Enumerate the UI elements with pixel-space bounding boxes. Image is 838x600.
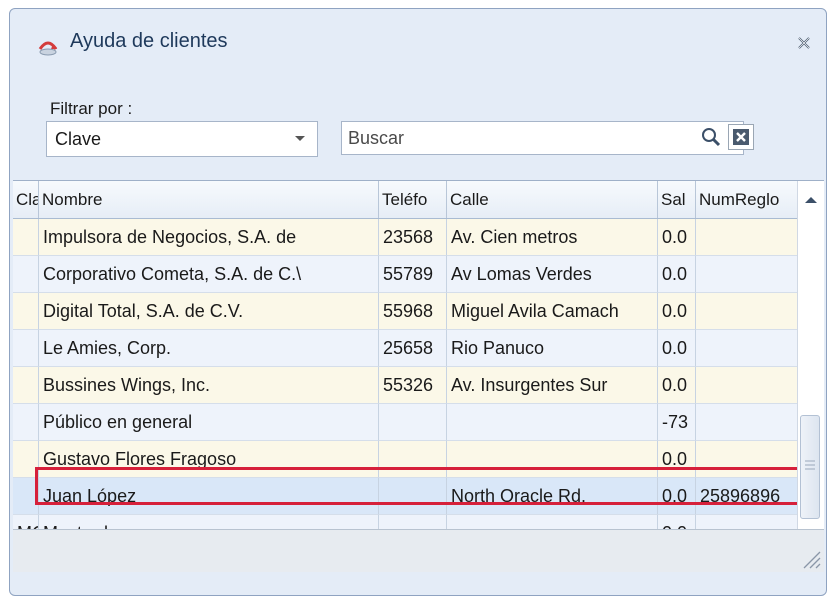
cell-clave (13, 219, 39, 256)
chevron-down-icon (295, 136, 305, 141)
cell-nombre: Público en general (39, 404, 379, 441)
cell-telefono: 25658 (379, 330, 447, 367)
cell-saldo: 0.0 (658, 441, 696, 478)
cell-saldo: 0.0 (658, 478, 696, 515)
scroll-thumb[interactable] (800, 415, 820, 519)
cell-nombre: Impulsora de Negocios, S.A. de (39, 219, 379, 256)
cell-telefono (379, 441, 447, 478)
column-header-saldo[interactable]: Sal (658, 181, 696, 218)
cell-calle (447, 441, 658, 478)
status-bar (13, 529, 824, 572)
cell-numreg (696, 441, 798, 478)
cell-nombre: Gustavo Flores Fragoso (39, 441, 379, 478)
cell-numreg (696, 293, 798, 330)
filter-selected-value: Clave (55, 129, 102, 149)
cell-telefono: 55789 (379, 256, 447, 293)
cell-telefono: 23568 (379, 219, 447, 256)
title-bar: Ayuda de clientes (10, 9, 826, 69)
cell-telefono (379, 478, 447, 515)
column-header-telefono[interactable]: Teléfo (379, 181, 447, 218)
cell-numreg (696, 330, 798, 367)
table-row[interactable]: Corporativo Cometa, S.A. de C.\ 55789 Av… (13, 256, 798, 293)
cell-calle: Rio Panuco (447, 330, 658, 367)
cell-telefono: 55968 (379, 293, 447, 330)
scroll-up-icon (805, 196, 817, 203)
cell-nombre: Corporativo Cometa, S.A. de C.\ (39, 256, 379, 293)
column-header-calle[interactable]: Calle (447, 181, 658, 218)
cell-nombre: Bussines Wings, Inc. (39, 367, 379, 404)
table-row[interactable]: Impulsora de Negocios, S.A. de 23568 Av.… (13, 219, 798, 256)
cell-clave (13, 478, 39, 515)
cell-numreg (696, 404, 798, 441)
cell-saldo: 0.0 (658, 219, 696, 256)
table-row[interactable]: Le Amies, Corp. 25658 Rio Panuco 0.0 (13, 330, 798, 367)
grid-header: Cla Nombre Teléfo Calle Sal NumReglo (13, 181, 798, 219)
cell-numreg (696, 367, 798, 404)
close-icon (798, 37, 810, 49)
search-icon (702, 128, 721, 147)
scroll-up-button[interactable] (798, 181, 824, 218)
search-placeholder: Buscar (348, 128, 405, 148)
cell-calle: North Oracle Rd. (447, 478, 658, 515)
cell-telefono: 55326 (379, 367, 447, 404)
cell-nombre: Digital Total, S.A. de C.V. (39, 293, 379, 330)
filter-label: Filtrar por : (50, 99, 133, 118)
cell-clave (13, 441, 39, 478)
table-row[interactable]: Bussines Wings, Inc. 55326 Av. Insurgent… (13, 367, 798, 404)
table-row-selected[interactable]: Juan López North Oracle Rd. 0.0 25896896 (13, 478, 798, 515)
window-title: Ayuda de clientes (70, 30, 228, 52)
column-header-clave[interactable]: Cla (13, 181, 39, 218)
cell-clave (13, 256, 39, 293)
cell-clave (13, 404, 39, 441)
cell-saldo: 0.0 (658, 293, 696, 330)
search-input[interactable]: Buscar (341, 121, 744, 155)
cell-telefono (379, 404, 447, 441)
cell-calle: Miguel Avila Camach (447, 293, 658, 330)
cell-numreg (696, 256, 798, 293)
cell-numreg: 25896896 (696, 478, 798, 515)
grip-lines-icon (805, 460, 815, 470)
cell-saldo: 0.0 (658, 256, 696, 293)
search-button[interactable] (698, 123, 724, 151)
customers-icon (37, 35, 59, 57)
column-header-numreg[interactable]: NumReglo (696, 181, 798, 218)
cell-saldo: -73 (658, 404, 696, 441)
table-row[interactable]: Público en general -73 (13, 404, 798, 441)
cell-calle: Av Lomas Verdes (447, 256, 658, 293)
resize-grip-icon[interactable] (800, 548, 822, 570)
cell-saldo: 0.0 (658, 367, 696, 404)
column-header-nombre[interactable]: Nombre (39, 181, 379, 218)
cell-calle: Av. Insurgentes Sur (447, 367, 658, 404)
cell-numreg (696, 219, 798, 256)
cell-clave (13, 367, 39, 404)
dropdown-button[interactable] (283, 122, 317, 156)
table-row[interactable]: Digital Total, S.A. de C.V. 55968 Miguel… (13, 293, 798, 330)
cell-nombre: Le Amies, Corp. (39, 330, 379, 367)
clear-search-button[interactable] (728, 124, 754, 150)
cell-calle: Av. Cien metros (447, 219, 658, 256)
customers-grid: Cla Nombre Teléfo Calle Sal NumReglo Imp… (13, 180, 824, 571)
table-row[interactable]: Gustavo Flores Fragoso 0.0 (13, 441, 798, 478)
cell-saldo: 0.0 (658, 330, 696, 367)
cell-nombre: Juan López (39, 478, 379, 515)
customer-help-dialog: Ayuda de clientes Filtrar por : Clave Bu… (9, 8, 827, 596)
clear-icon (733, 129, 749, 145)
filter-select[interactable]: Clave (46, 121, 318, 157)
cell-clave (13, 330, 39, 367)
cell-calle (447, 404, 658, 441)
cell-clave (13, 293, 39, 330)
vertical-scrollbar[interactable] (797, 181, 824, 571)
close-button[interactable] (794, 33, 814, 53)
